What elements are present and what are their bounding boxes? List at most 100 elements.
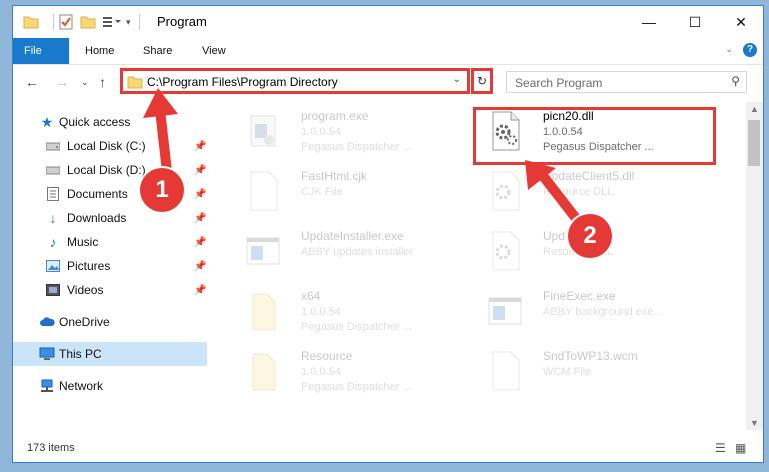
star-icon: ★ xyxy=(40,113,54,130)
file-description: Pegasus Dispatcher ... xyxy=(301,141,412,153)
status-bar: 173 items ☰ ▦ xyxy=(13,432,763,462)
minimize-button[interactable]: — xyxy=(626,6,672,38)
target-file-highlight xyxy=(473,107,716,165)
refresh-button[interactable]: ↻ xyxy=(471,68,493,94)
file-name: x64 xyxy=(301,289,321,303)
nav-item-label: Downloads xyxy=(67,211,127,225)
file-description: ABBY updates installer xyxy=(301,246,414,258)
file-type: WCM File xyxy=(543,366,592,378)
divider xyxy=(43,14,54,30)
pin-icon[interactable]: 📌 xyxy=(194,237,206,248)
download-icon: ↓ xyxy=(49,210,57,226)
drive-icon xyxy=(45,138,61,154)
nav-item-label: Network xyxy=(59,379,104,393)
videos-icon xyxy=(45,282,61,298)
file-name: UpdateClient5.dll xyxy=(543,169,635,183)
pictures-icon xyxy=(45,258,61,274)
file-item[interactable]: UpdateInstaller.exe ABBY updates install… xyxy=(231,224,471,280)
nav-item-label: Pictures xyxy=(67,259,111,273)
close-button[interactable]: ✕ xyxy=(718,6,763,38)
drive-icon xyxy=(45,162,61,178)
nav-item-downloads[interactable]: ↓ Downloads 📌 xyxy=(13,206,207,230)
recent-locations-icon[interactable]: ⌄ xyxy=(81,77,89,88)
nav-item-network[interactable]: Network xyxy=(13,374,207,398)
scroll-down-icon[interactable]: ▼ xyxy=(750,418,759,428)
ribbon-tabs: File Home Share View ⌄ ? xyxy=(13,38,763,65)
pin-icon[interactable]: 📌 xyxy=(194,285,206,296)
maximize-button[interactable]: ☐ xyxy=(672,6,718,38)
pin-icon[interactable]: 📌 xyxy=(194,213,206,224)
properties-icon[interactable] xyxy=(58,14,74,30)
tab-home[interactable]: Home xyxy=(73,38,126,64)
nav-item-quick-access[interactable]: ★ Quick access xyxy=(13,110,207,134)
file-item[interactable]: x64 1.0.0.54 Pegasus Dispatcher ... xyxy=(231,284,471,340)
folder-file-icon xyxy=(252,353,276,391)
dll-gear-icon xyxy=(492,171,520,211)
file-name: program.exe xyxy=(301,109,369,123)
tab-share[interactable]: Share xyxy=(131,38,184,64)
folder-file-icon xyxy=(252,293,276,331)
new-folder-icon[interactable] xyxy=(80,15,96,29)
customize-qat-icon[interactable] xyxy=(102,15,122,29)
file-description: ABBY background exe... xyxy=(543,306,663,318)
file-type: CJK File xyxy=(301,186,343,198)
scrollbar-thumb[interactable] xyxy=(748,120,760,166)
file-name: SndToWP13.wcm xyxy=(543,349,638,363)
pin-icon[interactable]: 📌 xyxy=(194,189,206,200)
pin-icon[interactable]: 📌 xyxy=(194,165,206,176)
network-icon xyxy=(39,378,55,394)
file-item[interactable]: program.exe 1.0.0.54 Pegasus Dispatcher … xyxy=(231,104,471,160)
search-icon[interactable]: ⚲ xyxy=(731,74,740,88)
refresh-icon: ↻ xyxy=(476,74,488,88)
folder-icon[interactable] xyxy=(23,15,39,29)
expand-ribbon-icon[interactable]: ⌄ xyxy=(725,44,733,55)
file-item[interactable]: FineExec.exe ABBY background exe... xyxy=(473,284,713,340)
forward-arrow-icon[interactable]: → xyxy=(55,74,69,90)
up-arrow-icon[interactable]: ↑ xyxy=(99,74,106,90)
nav-item-music[interactable]: ♪ Music 📌 xyxy=(13,230,207,254)
file-item[interactable]: FastHtml.cjk CJK File xyxy=(231,164,471,220)
file-name: UpdateInstaller.exe xyxy=(301,229,404,243)
address-row: ← → ⌄ ↑ C:\Program Files\Program Directo… xyxy=(13,64,763,102)
large-icons-view-icon[interactable]: ▦ xyxy=(735,441,746,455)
folder-icon xyxy=(127,76,143,89)
title-bar: ▾ Program — ☐ ✕ xyxy=(13,6,763,38)
nav-item-label: Local Disk (D:) xyxy=(67,163,146,177)
vertical-scrollbar[interactable]: ▲ ▼ xyxy=(746,102,763,430)
step-1-badge: 1 xyxy=(140,168,184,212)
pin-icon[interactable]: 📌 xyxy=(194,261,206,272)
file-name: Resource xyxy=(301,349,353,363)
computer-icon xyxy=(39,346,55,362)
pin-icon[interactable]: 📌 xyxy=(194,141,206,152)
nav-item-onedrive[interactable]: OneDrive xyxy=(13,310,207,334)
address-bar[interactable]: C:\Program Files\Program Directory ⌄ xyxy=(120,68,470,94)
chevron-down-icon[interactable]: ⌄ xyxy=(453,74,461,85)
scroll-up-icon[interactable]: ▲ xyxy=(750,104,759,114)
window-exe-icon xyxy=(246,237,280,265)
nav-item-label: This PC xyxy=(59,347,102,361)
tab-view[interactable]: View xyxy=(190,38,238,64)
nav-item-label: Quick access xyxy=(59,115,131,129)
details-view-icon[interactable]: ☰ xyxy=(715,441,726,455)
tab-file[interactable]: File xyxy=(13,38,69,64)
item-count: 173 items xyxy=(27,442,75,454)
file-item[interactable]: Resource 1.0.0.54 Pegasus Dispatcher ... xyxy=(231,344,471,400)
nav-item-label: Documents xyxy=(67,187,128,201)
step-2-badge: 2 xyxy=(568,214,612,258)
nav-item-this-pc[interactable]: This PC xyxy=(13,342,207,366)
nav-item-videos[interactable]: Videos 📌 xyxy=(13,278,207,302)
window-exe-icon xyxy=(488,297,522,325)
file-item[interactable]: UpdateClient5.dll Resource DLL xyxy=(473,164,713,220)
dropdown-arrow-icon[interactable]: ▾ xyxy=(126,17,131,28)
file-version: 1.0.0.54 xyxy=(301,366,341,378)
help-icon[interactable]: ? xyxy=(743,43,757,57)
nav-item-pictures[interactable]: Pictures 📌 xyxy=(13,254,207,278)
back-arrow-icon[interactable]: ← xyxy=(25,74,39,90)
file-name: FineExec.exe xyxy=(543,289,616,303)
nav-item-local-disk-c[interactable]: Local Disk (C:) 📌 xyxy=(13,134,207,158)
dll-gear-icon xyxy=(492,231,520,271)
search-box[interactable]: Search Program ⚲ xyxy=(506,71,747,93)
file-item[interactable]: SndToWP13.wcm WCM File xyxy=(473,344,713,400)
address-path: C:\Program Files\Program Directory xyxy=(147,75,338,89)
file-version: 1.0.0.54 xyxy=(301,126,341,138)
